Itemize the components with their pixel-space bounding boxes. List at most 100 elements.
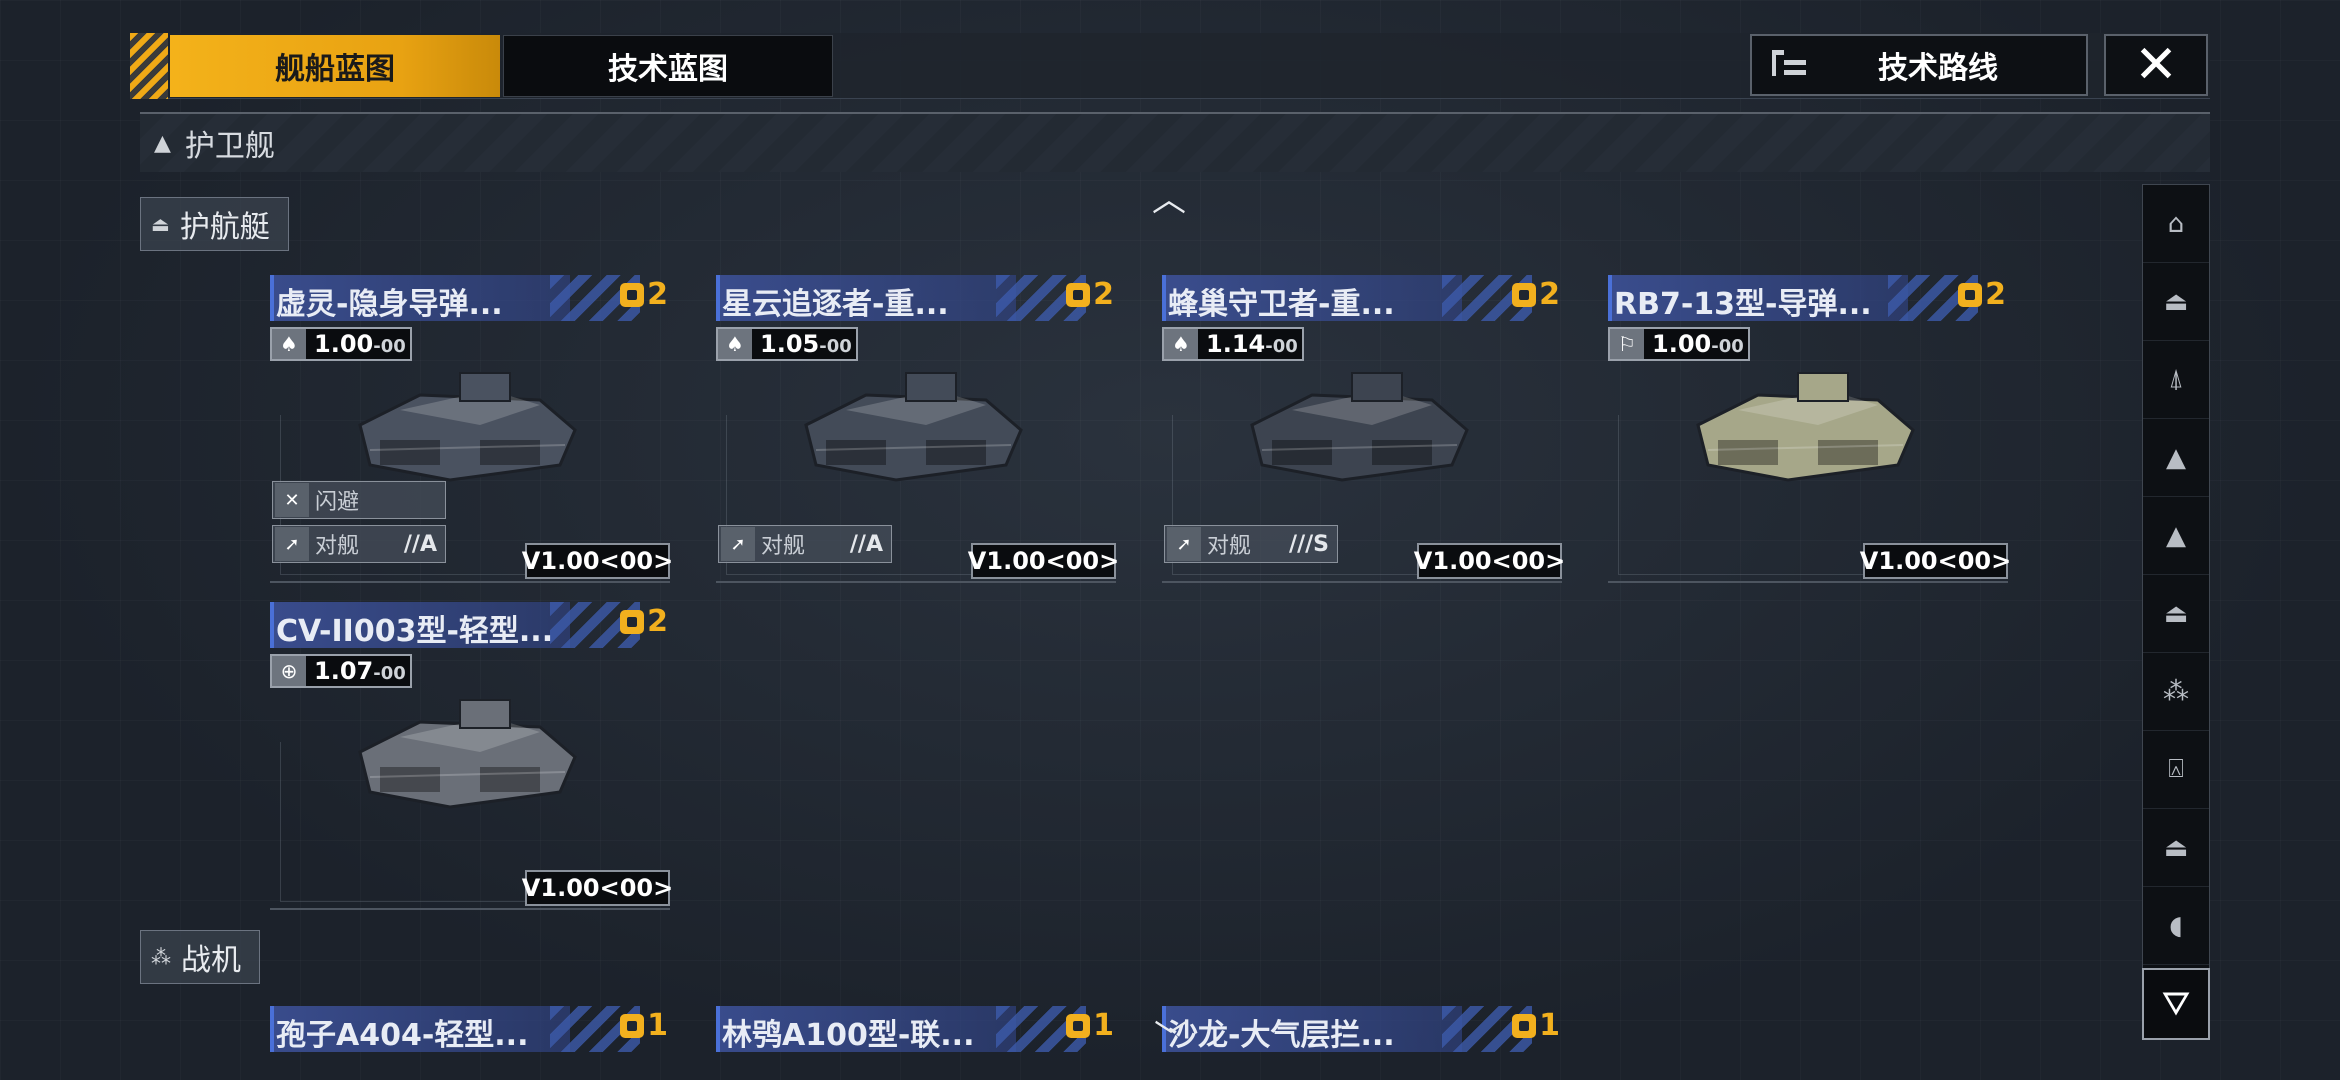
ship-count: 1 <box>1066 1008 1114 1043</box>
module-icon <box>1512 1013 1537 1038</box>
filter-icon: ⛛ <box>2161 984 2191 1024</box>
escort-icon: ▲ <box>2166 520 2186 551</box>
corvette-icon: ▲ <box>2166 442 2186 473</box>
version-badge: V1.00<00> <box>1414 543 1565 579</box>
sidebar-item[interactable]: ⌂ <box>2143 185 2209 263</box>
escort-boat-icon: ⏏ <box>151 212 170 236</box>
section-header-escort: ⏏ 护航艇 <box>140 197 289 251</box>
sidebar-item[interactable]: ▲ <box>2143 497 2209 575</box>
fighter-card[interactable]: 孢子A404-轻型... 1 <box>270 1006 670 1066</box>
tag-rank: //A <box>403 531 437 557</box>
card-baseline <box>270 908 670 910</box>
carrier-icon: ⌂ <box>2167 208 2185 239</box>
module-icon <box>1066 1013 1091 1038</box>
escort-boat-icon: ⏏ <box>2163 598 2189 629</box>
tag-icon: ✕ <box>275 483 309 517</box>
tag-label: 对舰 <box>761 534 806 559</box>
chevron-down-icon[interactable]: ﹀ <box>1154 1010 1188 1059</box>
tech-route-label: 技术路线 <box>1878 51 1998 86</box>
ship-name: 孢子A404-轻型... <box>276 1018 529 1053</box>
sidebar-item[interactable]: ⁂ <box>2143 653 2209 731</box>
ship-type-sidebar: ⌂ ⏏ ⍋ ▲ ▲ ⏏ ⁂ ⍓ ⏏ ◖ <box>2142 184 2210 1040</box>
ship-card[interactable]: 星云追逐者-重... 2 ♠ 1.05-00 ➚ 对舰 //A V1.00<00… <box>716 275 1119 585</box>
ship-name: 星云追逐者-重... <box>722 287 949 322</box>
ship-card[interactable]: RB7-13型-导弹... 2 ⚐ 1.00-00 V1.00<00> <box>1608 275 2011 585</box>
ship-count: 2 <box>1958 277 2006 312</box>
chevron-up-icon[interactable]: ︿ <box>1152 172 1186 221</box>
sidebar-item[interactable]: ◖ <box>2143 887 2209 965</box>
ship-count: 2 <box>1512 277 1560 312</box>
ship-card[interactable]: CV-II003型-轻型... 2 ⊕ 1.07-00 V1.00<00> <box>270 602 673 912</box>
ship-name: 沙龙-大气层拦... <box>1168 1018 1395 1053</box>
tag-label: 闪避 <box>315 490 360 515</box>
tab-tech-blueprint[interactable]: 技术蓝图 <box>503 35 833 97</box>
fighter-icon: ⁂ <box>151 945 171 969</box>
ship-tag: ➚ 对舰 ///S <box>1164 525 1338 563</box>
module-icon <box>1958 282 1983 307</box>
module-icon <box>1066 282 1091 307</box>
ship-tag: ➚ 对舰 //A <box>718 525 892 563</box>
tag-rank: //A <box>849 531 883 557</box>
ship-image <box>804 372 1023 482</box>
sidebar-item[interactable]: ⏏ <box>2143 575 2209 653</box>
sidebar-item[interactable]: ⏏ <box>2143 263 2209 341</box>
ship-count: 1 <box>1512 1008 1560 1043</box>
version-badge: V1.00<00> <box>522 543 673 579</box>
cruiser-icon: ⏏ <box>2163 832 2189 863</box>
module-icon <box>1512 282 1537 307</box>
ship-tag: ➚ 对舰 //A <box>272 525 446 563</box>
ship-name: 林鸮A100型-联... <box>722 1018 975 1053</box>
module-icon <box>620 282 645 307</box>
ship-name: RB7-13型-导弹... <box>1614 287 1872 322</box>
destroyer-icon: ⏏ <box>2163 286 2189 317</box>
tag-icon: ➚ <box>275 527 309 561</box>
tag-icon: ➚ <box>1167 527 1201 561</box>
ship-count: 2 <box>620 604 668 639</box>
ship-name: 蜂巢守卫者-重... <box>1168 287 1395 322</box>
hazard-stripe <box>130 33 168 99</box>
tech-route-button[interactable]: 技术路线 <box>1750 34 2088 96</box>
base-icon: ⍓ <box>2168 754 2184 784</box>
category-header[interactable]: ▲ 护卫舰 <box>140 112 2210 172</box>
fighter-icon: ⁂ <box>2163 676 2189 707</box>
category-label: 护卫舰 <box>184 129 275 164</box>
card-baseline <box>716 581 1116 583</box>
ship-name: 虚灵-隐身导弹... <box>276 287 503 322</box>
sidebar-item[interactable]: ⍓ <box>2143 731 2209 809</box>
section-label: 护航艇 <box>179 210 270 245</box>
version-badge: V1.00<00> <box>968 543 1119 579</box>
card-baseline <box>1608 581 2008 583</box>
tag-rank: ///S <box>1289 531 1329 557</box>
brand-icon: ⚐ <box>1610 329 1644 359</box>
ship-card[interactable]: 蜂巢守卫者-重... 2 ♠ 1.14-00 ➚ 对舰 ///S V1.00<0… <box>1162 275 1565 585</box>
frigate-icon: ⍋ <box>2168 364 2184 394</box>
sidebar-item[interactable]: ⏏ <box>2143 809 2209 887</box>
card-baseline <box>270 581 670 583</box>
close-button[interactable]: ✕ <box>2104 34 2208 96</box>
ship-tag: ✕ 闪避 <box>272 481 446 519</box>
close-icon: ✕ <box>2134 35 2178 95</box>
filter-button[interactable]: ⛛ <box>2142 968 2210 1040</box>
section-header-fighter: ⁂ 战机 <box>140 930 260 984</box>
globe-icon: ⊕ <box>272 656 306 686</box>
sidebar-item[interactable]: ⍋ <box>2143 341 2209 419</box>
version-badge: V1.00<00> <box>522 870 673 906</box>
rocket-icon: ♠ <box>718 329 752 359</box>
ship-card[interactable]: 虚灵-隐身导弹... 2 ♠ 1.00-00 ✕ 闪避 ➚ 对舰 //A V1.… <box>270 275 673 585</box>
tag-label: 对舰 <box>1207 534 1252 559</box>
fighter-card[interactable]: 沙龙-大气层拦... 1 <box>1162 1006 1562 1066</box>
fighter-card[interactable]: 林鸮A100型-联... 1 <box>716 1006 1116 1066</box>
module-icon <box>620 609 645 634</box>
ship-count: 2 <box>620 277 668 312</box>
sidebar-item[interactable]: ▲ <box>2143 419 2209 497</box>
tag-label: 对舰 <box>315 534 360 559</box>
ship-image <box>358 699 577 809</box>
rocket-icon: ♠ <box>1164 329 1198 359</box>
ship-count: 1 <box>620 1008 668 1043</box>
rocket-icon: ♠ <box>272 329 306 359</box>
ship-name: CV-II003型-轻型... <box>276 614 554 649</box>
tab-ship-blueprint[interactable]: 舰船蓝图 <box>170 35 500 97</box>
ship-count: 2 <box>1066 277 1114 312</box>
card-baseline <box>1162 581 1562 583</box>
ship-image <box>1696 372 1915 482</box>
